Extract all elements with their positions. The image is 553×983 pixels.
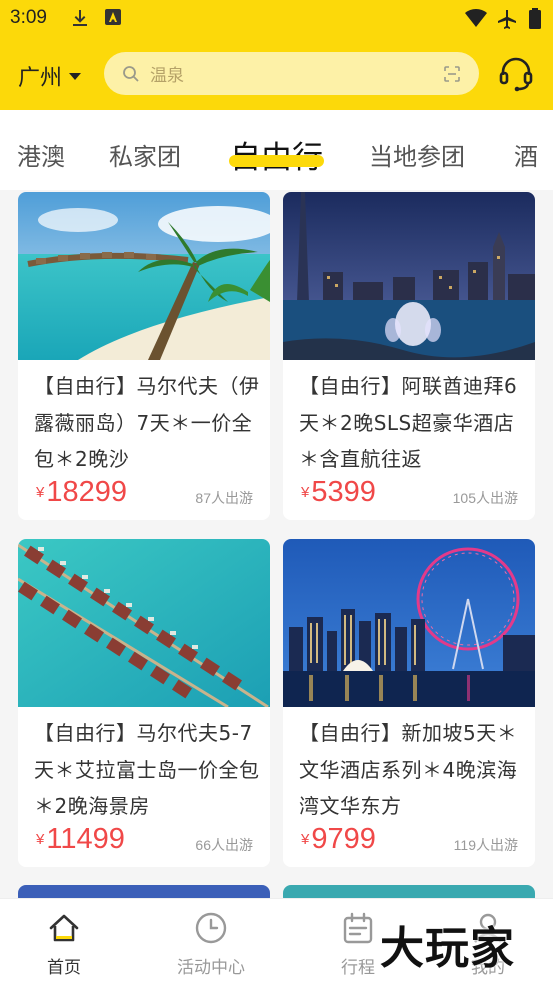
search-icon <box>123 65 139 82</box>
traveler-count: 119人出游 <box>454 835 518 855</box>
active-tab-indicator <box>229 155 324 167</box>
product-title: 【自由行】马尔代夫（伊露薇丽岛）7天＊一价全包＊2晚沙 <box>34 374 260 471</box>
tab-local-tour[interactable]: 当地参团 <box>369 137 465 172</box>
nav-home-label: 首页 <box>47 958 81 978</box>
search-placeholder: 温泉 <box>150 66 184 86</box>
product-price: ¥5399 <box>301 476 376 509</box>
traveler-count: 66人出游 <box>195 835 253 855</box>
nav-activity-label: 活动中心 <box>177 958 245 978</box>
scan-icon[interactable] <box>443 65 461 83</box>
dubai-night-image <box>283 192 535 360</box>
caret-down-icon <box>69 72 82 80</box>
product-card[interactable]: 【自由行】马尔代夫5-7天＊艾拉富士岛一价全包＊2晚海景房 ¥11499 66人… <box>18 539 270 867</box>
product-price: ¥9799 <box>301 823 376 856</box>
traveler-count-number: 66 <box>195 837 211 853</box>
calendar-icon <box>343 912 373 944</box>
status-bar: 3:09 <box>0 0 553 36</box>
product-card[interactable]: 【自由行】新加坡5天＊文华酒店系列＊4晚滨海湾文华东方 ¥9799 119人出游 <box>283 539 535 867</box>
product-price: ¥11499 <box>36 823 125 856</box>
customer-service-icon[interactable] <box>497 55 535 93</box>
currency-symbol: ¥ <box>36 831 45 848</box>
price-value: 9799 <box>311 823 376 855</box>
home-icon <box>49 914 79 942</box>
product-title: 【自由行】新加坡5天＊文华酒店系列＊4晚滨海湾文华东方 <box>299 721 518 818</box>
traveler-count-number: 87 <box>195 490 211 506</box>
traveler-count: 105人出游 <box>453 488 518 508</box>
airplane-mode-icon <box>498 10 516 29</box>
price-value: 18299 <box>46 476 127 508</box>
traveler-count-suffix: 人出游 <box>476 491 518 507</box>
battery-icon <box>529 8 541 29</box>
product-card[interactable]: 【自由行】阿联酋迪拜6天＊2晚SLS超豪华酒店＊含直航往返 ¥5399 105人… <box>283 192 535 520</box>
wifi-icon <box>465 8 487 27</box>
price-value: 11499 <box>46 823 125 855</box>
price-value: 5399 <box>311 476 376 508</box>
currency-symbol: ¥ <box>301 831 310 848</box>
maldives-beach-image <box>18 192 270 360</box>
app-header: 3:09 广州 温泉 <box>0 0 553 110</box>
search-bar[interactable]: 温泉 <box>104 52 479 95</box>
traveler-count: 87人出游 <box>195 488 253 508</box>
product-title: 【自由行】阿联酋迪拜6天＊2晚SLS超豪华酒店＊含直航往返 <box>299 374 518 471</box>
maldives-villas-image <box>18 539 270 707</box>
font-app-icon <box>105 9 121 25</box>
product-title: 【自由行】马尔代夫5-7天＊艾拉富士岛一价全包＊2晚海景房 <box>34 721 260 818</box>
watermark: 大玩家 <box>380 923 515 974</box>
currency-symbol: ¥ <box>301 484 310 501</box>
traveler-count-suffix: 人出游 <box>476 838 518 854</box>
city-selector[interactable]: 广州 <box>18 60 82 92</box>
category-tabs: 港澳 私家团 自由行 当地参团 酒 <box>0 110 553 190</box>
tab-hk-macau[interactable]: 港澳 <box>17 137 65 172</box>
currency-symbol: ¥ <box>36 484 45 501</box>
download-icon <box>73 10 87 26</box>
clock-icon <box>195 912 227 944</box>
nav-activity-center[interactable]: 活动中心 <box>161 911 261 978</box>
traveler-count-suffix: 人出游 <box>211 491 253 507</box>
product-card[interactable]: 【自由行】马尔代夫（伊露薇丽岛）7天＊一价全包＊2晚沙 ¥18299 87人出游 <box>18 192 270 520</box>
status-time: 3:09 <box>10 7 47 28</box>
traveler-count-number: 119 <box>453 837 476 853</box>
tab-private-tour[interactable]: 私家团 <box>109 137 181 172</box>
singapore-skyline-image <box>283 539 535 707</box>
nav-home[interactable]: 首页 <box>14 911 114 978</box>
city-label: 广州 <box>18 66 63 91</box>
traveler-count-suffix: 人出游 <box>211 838 253 854</box>
product-price: ¥18299 <box>36 476 127 509</box>
traveler-count-number: 105 <box>452 490 476 506</box>
tab-hotel[interactable]: 酒 <box>514 137 538 172</box>
